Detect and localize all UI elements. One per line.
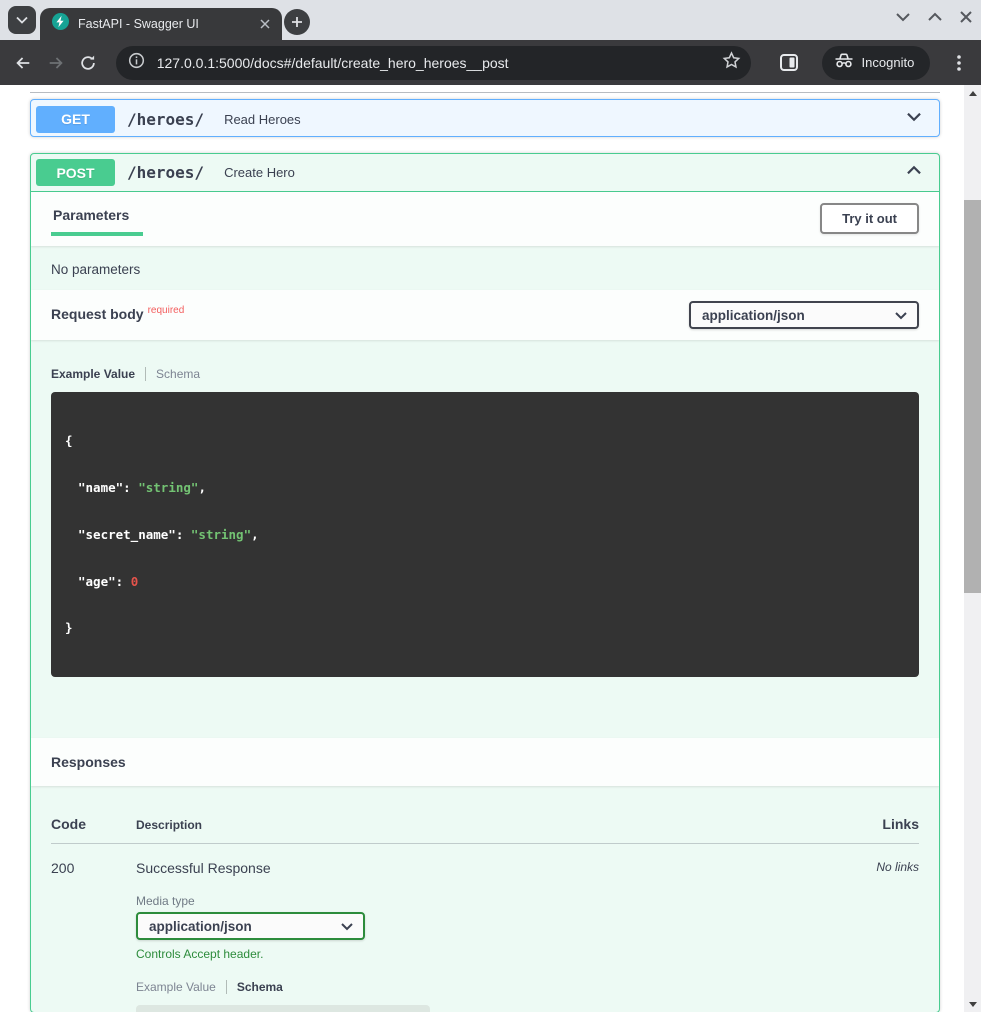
tab-close-icon[interactable] — [256, 15, 274, 33]
required-label: required — [148, 305, 185, 316]
get-path: /heroes/ — [127, 110, 204, 129]
incognito-badge[interactable]: Incognito — [822, 46, 931, 80]
column-code: Code — [51, 816, 136, 832]
request-body-content: Example Value Schema { "name": "string",… — [31, 340, 939, 738]
tab-divider — [145, 367, 146, 381]
example-json-code: { "name": "string", "secret_name": "stri… — [51, 392, 919, 677]
response-media-type-select[interactable]: application/json — [136, 912, 365, 940]
scrollbar-up-arrow[interactable] — [964, 85, 981, 101]
tab-example-value[interactable]: Example Value — [51, 367, 135, 381]
response-row-200: 200 Successful Response Media type appli… — [51, 844, 919, 1012]
tab-divider — [226, 980, 227, 994]
scrollbar-down-arrow[interactable] — [964, 996, 981, 1012]
collapse-chevron-up-icon[interactable] — [903, 159, 925, 186]
browser-toolbar: 127.0.0.1:5000/docs#/default/create_hero… — [0, 40, 981, 85]
expand-chevron-down-icon[interactable] — [903, 106, 925, 133]
window-minimize-icon[interactable] — [895, 12, 911, 22]
responses-title: Responses — [51, 754, 126, 770]
responses-table: Code Description Links 200 Successful Re… — [31, 786, 939, 1012]
no-parameters-text: No parameters — [31, 246, 939, 290]
try-it-out-button[interactable]: Try it out — [820, 203, 919, 234]
code-line: "age": 0 — [65, 574, 905, 590]
url-text: 127.0.0.1:5000/docs#/default/create_hero… — [157, 55, 722, 71]
browser-titlebar: FastAPI - Swagger UI — [0, 0, 981, 40]
response-tabs: Example Value Schema — [136, 979, 819, 994]
bookmark-star-icon[interactable] — [722, 51, 741, 75]
media-type-label: Media type — [136, 894, 819, 908]
back-button[interactable] — [10, 49, 37, 77]
column-links: Links — [819, 816, 919, 832]
site-info-icon[interactable] — [128, 52, 145, 74]
side-panel-icon[interactable] — [775, 48, 803, 78]
reload-button[interactable] — [75, 49, 102, 77]
swagger-page: GET /heroes/ Read Heroes POST /heroes/ C… — [0, 85, 981, 1012]
browser-menu-icon[interactable] — [946, 50, 971, 76]
code-line: { — [65, 433, 905, 449]
window-close-icon[interactable] — [959, 10, 973, 24]
incognito-label: Incognito — [862, 55, 915, 70]
column-description: Description — [136, 818, 819, 832]
responses-table-header: Code Description Links — [51, 786, 919, 844]
code-line: "name": "string", — [65, 480, 905, 496]
scrollbar-thumb[interactable] — [964, 200, 981, 593]
post-path: /heroes/ — [127, 163, 204, 182]
get-summary-text: Read Heroes — [224, 112, 903, 127]
response-links: No links — [819, 860, 919, 1012]
opblock-get-summary[interactable]: GET /heroes/ Read Heroes — [31, 100, 939, 138]
incognito-icon — [834, 53, 854, 73]
tab-schema[interactable]: Schema — [156, 367, 200, 381]
select-chevron-down-icon — [895, 308, 907, 323]
opblock-post-summary[interactable]: POST /heroes/ Create Hero — [31, 154, 939, 192]
parameters-section-header: Parameters Try it out — [31, 192, 939, 246]
response-media-type-value: application/json — [149, 919, 252, 934]
schema-model-box: HeroPublic Collapse all object id* — [136, 1005, 430, 1012]
request-body-section-header: Request body required application/json — [31, 290, 939, 340]
post-summary-text: Create Hero — [224, 165, 903, 180]
response-code: 200 — [51, 860, 136, 1012]
forward-button[interactable] — [43, 49, 70, 77]
get-method-badge: GET — [36, 106, 115, 133]
request-body-tabs: Example Value Schema — [51, 366, 919, 381]
chevron-down-icon — [16, 11, 28, 29]
tab-schema[interactable]: Schema — [237, 980, 283, 994]
code-line: "secret_name": "string", — [65, 527, 905, 543]
responses-section-header: Responses — [31, 738, 939, 786]
parameters-title: Parameters — [51, 207, 143, 236]
browser-tab[interactable]: FastAPI - Swagger UI — [40, 8, 282, 40]
page-scrollbar[interactable] — [964, 85, 981, 1012]
section-divider — [30, 92, 940, 93]
fastapi-favicon-icon — [52, 13, 69, 35]
controls-accept-note: Controls Accept header. — [136, 947, 819, 961]
request-body-title: Request body — [51, 306, 144, 322]
tab-title: FastAPI - Swagger UI — [78, 17, 256, 31]
tab-search-button[interactable] — [8, 6, 36, 34]
code-line: } — [65, 620, 905, 636]
window-controls — [895, 10, 973, 24]
request-media-type-select[interactable]: application/json — [689, 301, 919, 329]
new-tab-button[interactable] — [284, 9, 310, 35]
response-description: Successful Response — [136, 860, 819, 876]
opblock-post-heroes: POST /heroes/ Create Hero Parameters Try… — [30, 153, 940, 1012]
address-bar[interactable]: 127.0.0.1:5000/docs#/default/create_hero… — [116, 46, 751, 80]
select-chevron-down-icon — [341, 919, 353, 934]
post-method-badge: POST — [36, 159, 115, 186]
request-media-type-value: application/json — [702, 308, 805, 323]
window-maximize-icon[interactable] — [927, 12, 943, 22]
tab-example-value[interactable]: Example Value — [136, 980, 216, 994]
opblock-get-heroes: GET /heroes/ Read Heroes — [30, 99, 940, 137]
